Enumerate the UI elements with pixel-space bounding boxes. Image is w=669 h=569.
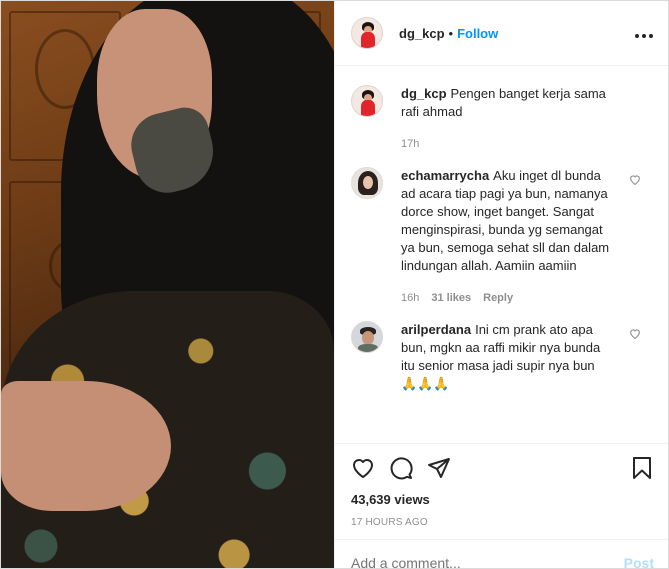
avatar[interactable] [351,321,383,353]
caption: dg_kcp Pengen banget kerja sama rafi ahma… [351,85,654,153]
comment: echamarrycha Aku inget dl bunda ad acara … [351,167,654,307]
post-side-panel: dg_kcp • Follow dg_kcp Pengen banget kerj… [334,1,668,569]
caption-username[interactable]: dg_kcp [401,86,447,101]
avatar-head [363,176,373,189]
heart-icon[interactable] [351,456,375,480]
avatar[interactable] [351,167,383,199]
reply-button[interactable]: Reply [483,289,513,307]
share-icon[interactable] [427,456,451,480]
comment-input[interactable] [351,554,624,568]
comment-text: Aku inget dl bunda ad acara tiap pagi ya… [401,168,610,273]
follow-button[interactable]: Follow [457,26,498,41]
comment-meta: 16h 31 likes Reply [401,289,611,307]
avatar-head [362,331,374,345]
post-header: dg_kcp • Follow [335,1,668,66]
post-actions: 43,639 views 17 HOURS AGO [335,443,668,528]
comment-time[interactable]: 16h [401,289,419,307]
comment-likes[interactable]: 31 likes [431,289,471,307]
header-username[interactable]: dg_kcp [399,26,445,41]
action-icons [351,444,654,492]
post-video[interactable] [1,1,334,568]
avatar-dress [358,344,378,352]
comment-username[interactable]: arilperdana [401,322,471,337]
heart-icon[interactable] [628,327,642,340]
avatar[interactable] [351,17,383,49]
post-button[interactable]: Post [624,555,654,569]
more-icon[interactable] [634,23,654,44]
separator-dot: • [448,25,454,41]
instagram-post-modal: dg_kcp • Follow dg_kcp Pengen banget kerj… [0,0,669,569]
comment-username[interactable]: echamarrycha [401,168,489,183]
caption-meta: 17h [401,135,611,153]
views-count[interactable]: 43,639 views [351,492,654,507]
post-timestamp[interactable]: 17 HOURS AGO [351,517,654,528]
comment-icon[interactable] [389,456,413,480]
avatar-dress [361,32,375,48]
person-hand [1,381,171,511]
save-icon[interactable] [630,456,654,480]
heart-icon[interactable] [628,173,642,186]
avatar[interactable] [351,85,383,117]
avatar-dress [361,100,375,116]
add-comment-bar: Post [335,539,668,569]
comment: arilperdana Ini cm prank ato apa bun, mgk… [351,321,654,393]
caption-time[interactable]: 17h [401,135,419,153]
comments-list[interactable]: dg_kcp Pengen banget kerja sama rafi ahma… [335,67,668,443]
